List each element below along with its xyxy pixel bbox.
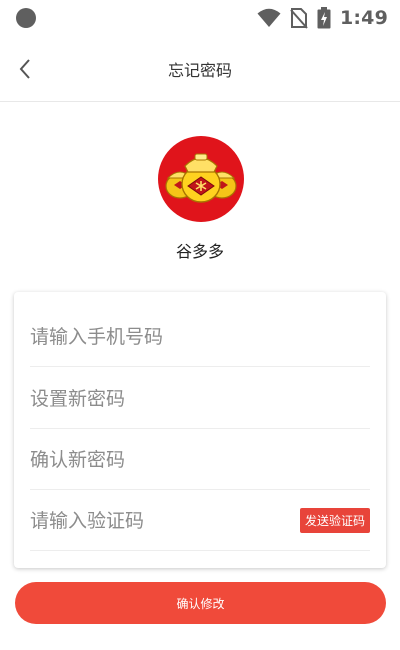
wifi-icon [257,8,281,27]
phone-row [30,307,370,367]
app-name: 谷多多 [175,242,224,261]
app-logo [158,136,244,222]
phone-input[interactable] [30,325,280,348]
no-sim-icon [290,8,308,29]
reset-password-form: 发送验证码 [14,292,386,568]
confirm-password-row [30,430,370,490]
title-bar: 忘记密码 [0,36,400,102]
status-bar: 1:49 [0,0,400,36]
chevron-left-icon [19,59,30,79]
gold-ingot-logo [165,153,237,203]
new-password-input[interactable] [30,387,280,410]
new-password-row [30,369,370,429]
status-icons: 1:49 [257,7,388,29]
battery-charging-icon [317,7,331,29]
send-code-button[interactable]: 发送验证码 [299,508,370,533]
page-title: 忘记密码 [167,60,232,80]
confirm-change-button[interactable]: 确认修改 [15,582,386,624]
notification-dot-icon [16,8,36,28]
back-button[interactable] [12,54,38,84]
verification-code-row: 发送验证码 [30,491,370,551]
confirm-password-input[interactable] [30,448,280,471]
verification-code-input[interactable] [30,509,280,532]
status-time: 1:49 [339,7,388,29]
